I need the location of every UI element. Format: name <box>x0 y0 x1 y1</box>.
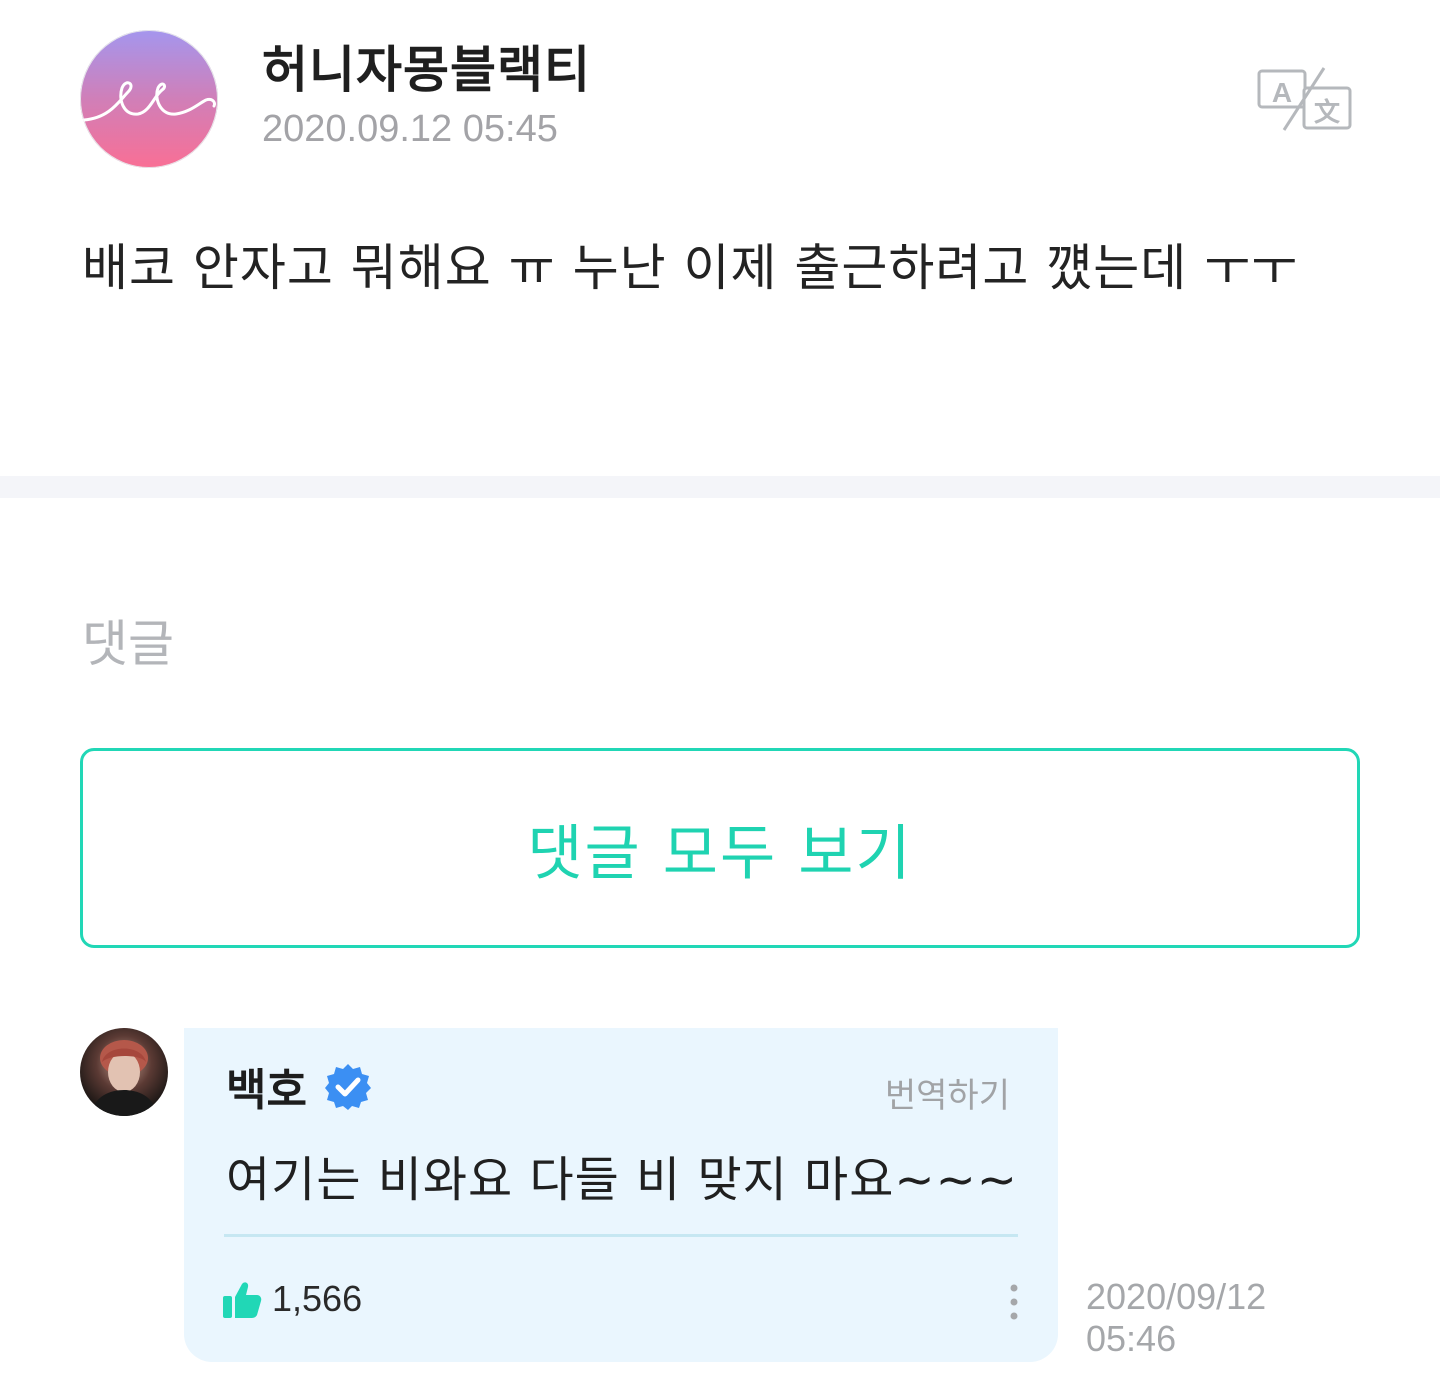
comment-author-avatar[interactable] <box>80 1028 168 1116</box>
avatar-logo-icon <box>82 81 216 122</box>
comment-translate-button[interactable]: 번역하기 <box>885 1068 1010 1117</box>
svg-text:文: 文 <box>1314 97 1341 128</box>
translate-icon[interactable]: A 文 <box>1256 66 1354 136</box>
comment-divider <box>224 1234 1018 1237</box>
comment-author-name[interactable]: 백호 <box>226 1054 307 1118</box>
comment-card: 백호 번역하기 여기는 비와요 다들 비 맞지 마요~~~ 1,566 <box>184 1028 1058 1362</box>
comment-date: 2020/09/12 05:46 <box>1086 1276 1266 1360</box>
verified-check-icon <box>325 1064 371 1110</box>
view-all-comments-label: 댓글 모두 보기 <box>527 818 913 889</box>
comment-date-time: 05:46 <box>1086 1318 1177 1359</box>
post-date: 2020.09.12 05:45 <box>262 108 558 150</box>
more-vertical-icon[interactable] <box>1002 1282 1026 1322</box>
view-all-comments-button[interactable]: 댓글 모두 보기 <box>80 748 1360 948</box>
post-body-text: 배코 안자고 뭐해요 ㅠ 누난 이제 출근하려고 꺴는데 ㅜㅜ <box>82 239 1299 297</box>
comment-date-day: 2020/09/12 <box>1086 1276 1267 1317</box>
thumbs-up-icon[interactable] <box>222 1280 262 1320</box>
comment-text: 여기는 비와요 다들 비 맞지 마요~~~ <box>226 1152 1019 1208</box>
like-count: 1,566 <box>272 1278 363 1319</box>
svg-text:A: A <box>1272 77 1292 108</box>
post-author-name[interactable]: 허니자몽블랙티 <box>262 30 591 102</box>
section-divider <box>0 476 1440 498</box>
author-avatar[interactable] <box>80 30 218 168</box>
comments-heading: 댓글 <box>82 615 174 673</box>
